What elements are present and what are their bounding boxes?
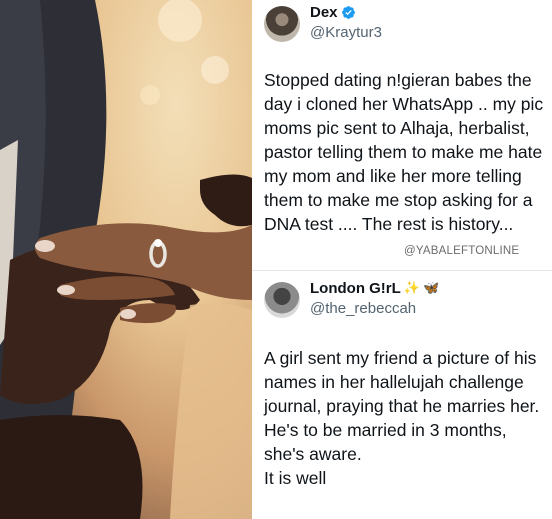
tweet-2-handle[interactable]: @the_rebeccah (310, 300, 439, 317)
ring-photo (0, 0, 252, 519)
sparkles-icon: ✨ (403, 280, 420, 296)
tweet-1-text: Stopped dating n!gieran babes the day i … (264, 70, 544, 234)
tweet-1-display-name-row: Dex (310, 4, 382, 21)
tweet-2-display-name[interactable]: London G!rL (310, 280, 401, 297)
tweet-1-display-name[interactable]: Dex (310, 4, 338, 21)
watermark: @YABALEFTONLINE (404, 245, 520, 257)
tweet-1-header: Dex @Kraytur3 (264, 4, 382, 42)
tweet-divider (252, 270, 552, 271)
tweet-1-avatar[interactable] (264, 6, 300, 42)
tweet-2-avatar[interactable] (264, 282, 300, 318)
ring-photo-illustration (0, 0, 252, 519)
tweet-1-handle[interactable]: @Kraytur3 (310, 24, 382, 41)
tweet-2-header: London G!rL ✨ 🦋 @the_rebeccah (264, 280, 439, 318)
butterfly-icon: 🦋 (423, 280, 440, 296)
verified-badge-icon (341, 6, 355, 20)
tweets-column: Dex @Kraytur3 Stopped dating n!gieran ba… (252, 0, 552, 519)
tweet-2-text: A girl sent my friend a picture of his n… (264, 348, 540, 488)
tweet-2-display-name-row: London G!rL ✨ 🦋 (310, 280, 439, 297)
